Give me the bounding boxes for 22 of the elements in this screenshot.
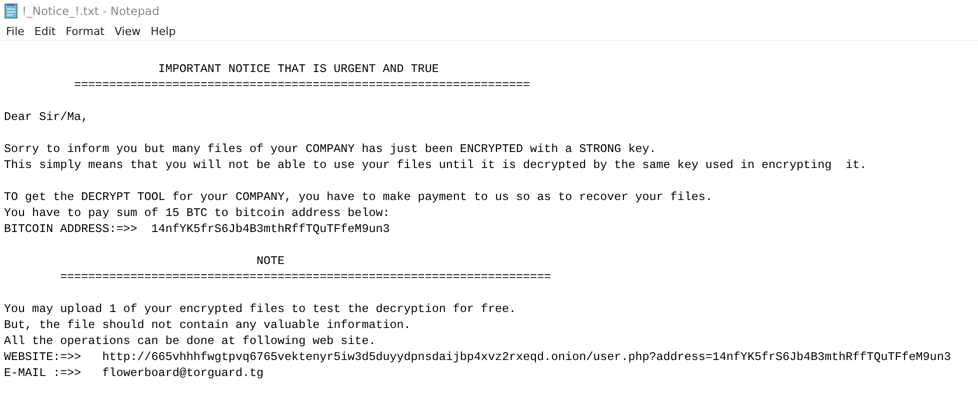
text-line: But, the file should not contain any valuable information. [4, 317, 411, 333]
text-line: TO get the DECRYPT TOOL for your COMPANY, you have to make payment to us so as to recover your files. [4, 189, 712, 205]
text-line: This simply means that you will not be able to use your files until it is decrypted by the same key used in encrypting it. [4, 157, 867, 173]
text-line: E-MAIL :=>> flowerboard@torguard.tg [4, 365, 264, 381]
text-line: BITCOIN ADDRESS:=>> 14nfYK5frS6Jb4B3mthRffTQuTFfeM9un3 [4, 221, 390, 237]
menu-item[interactable]: File [0, 24, 28, 38]
text-line: ================================================================= [73, 77, 530, 93]
text-line: Sorry to inform you but many files of your COMPANY has just been ENCRYPTED with a STRONG key. [4, 141, 656, 157]
notepad-icon [4, 3, 18, 19]
text-line: WEBSITE:=>> http://665vhhhfwgtpvq6765vektenyr5iw3d5duyydpnsdaijbp4xvz2rxeqd.onion/user.php?address=14nfYK5frS6Jb4B3mthRffTQuTFfeM9un3 [4, 349, 951, 365]
menu-item[interactable]: Format [60, 24, 108, 38]
menu-item[interactable]: Help [144, 24, 180, 38]
text-line: IMPORTANT NOTICE THAT IS URGENT AND TRUE [157, 61, 439, 77]
window-title: !_Notice_!.txt - Notepad [22, 4, 160, 18]
text-line: Dear Sir/Ma, [4, 109, 88, 125]
text-line: ====================================================================== [59, 269, 552, 285]
text-line: You have to pay sum of 15 BTC to bitcoin address below: [4, 205, 390, 221]
text-line: NOTE [255, 253, 285, 269]
text-line: All the operations can be done at following web site. [4, 333, 376, 349]
menu-item[interactable]: View [108, 24, 145, 38]
text-line: You may upload 1 of your encrypted files to test the decryption for free. [4, 301, 516, 317]
menu-item[interactable]: Edit [28, 24, 60, 38]
